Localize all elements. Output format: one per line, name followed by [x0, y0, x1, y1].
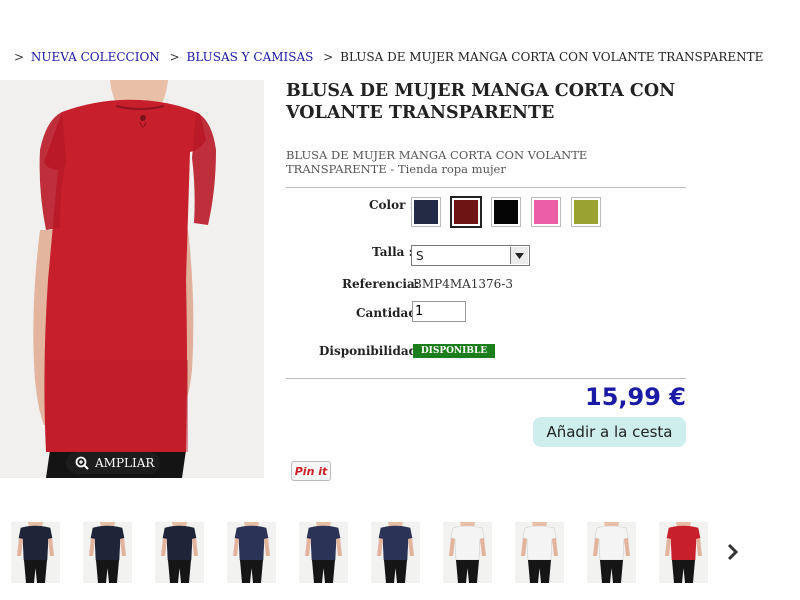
dropdown-arrow-icon[interactable]: [510, 247, 528, 264]
product-main-image[interactable]: [0, 80, 264, 478]
add-to-cart-button[interactable]: Añadir a la cesta: [533, 417, 686, 447]
zoom-in-icon: [75, 456, 89, 470]
thumbnail-image[interactable]: [155, 522, 204, 583]
zoom-button-label: AMPLIAR: [95, 456, 155, 470]
divider: [286, 187, 686, 188]
quantity-input[interactable]: [412, 301, 466, 322]
thumbnail-image[interactable]: [587, 522, 636, 583]
color-swatches: [411, 197, 611, 227]
color-swatch-burgundy[interactable]: [451, 197, 481, 227]
size-label: Talla :: [372, 245, 414, 259]
thumbnail-image[interactable]: [443, 522, 492, 583]
product-subtitle: BLUSA DE MUJER MANGA CORTA CON VOLANTE T…: [286, 148, 588, 176]
product-photo: [0, 80, 264, 478]
color-swatch-black[interactable]: [491, 197, 521, 227]
quantity-label: Cantidad: [356, 306, 417, 320]
color-label: Color :: [369, 198, 415, 212]
chevron-right-icon[interactable]: [726, 543, 740, 565]
breadcrumb-separator: >: [323, 50, 334, 64]
color-swatch-pink[interactable]: [531, 197, 561, 227]
thumbnail-image[interactable]: [659, 522, 708, 583]
size-select-value: S: [416, 248, 424, 263]
breadcrumb-link-blusas-y-camisas[interactable]: BLUSAS Y CAMISAS: [187, 50, 314, 64]
thumbnail-image[interactable]: [83, 522, 132, 583]
availability-label: Disponibilidad:: [319, 344, 422, 358]
breadcrumb-separator: >: [169, 50, 180, 64]
reference-label: Referencia:: [342, 277, 420, 291]
thumbnail-image[interactable]: [227, 522, 276, 583]
thumbnail-strip: [11, 522, 731, 583]
breadcrumb-separator: >: [14, 50, 25, 64]
breadcrumb-link-nueva-coleccion[interactable]: NUEVA COLECCION: [31, 50, 160, 64]
color-swatch-navy[interactable]: [411, 197, 441, 227]
divider: [286, 378, 686, 379]
breadcrumb-current: BLUSA DE MUJER MANGA CORTA CON VOLANTE T…: [340, 50, 764, 64]
pinterest-pin-button[interactable]: Pin it: [291, 461, 331, 481]
breadcrumb: > NUEVA COLECCION > BLUSAS Y CAMISAS > B…: [14, 50, 763, 64]
product-price: 15,99 €: [585, 383, 686, 411]
product-title: BLUSA DE MUJER MANGA CORTA CON VOLANTE T…: [286, 81, 676, 123]
availability-badge: DISPONIBLE: [413, 344, 495, 358]
thumbnail-image[interactable]: [371, 522, 420, 583]
thumbnail-image[interactable]: [11, 522, 60, 583]
thumbnail-image[interactable]: [299, 522, 348, 583]
reference-value: BMP4MA1376-3: [413, 277, 513, 291]
zoom-button[interactable]: AMPLIAR: [66, 452, 160, 474]
thumbnail-image[interactable]: [515, 522, 564, 583]
size-select[interactable]: S: [411, 245, 530, 266]
color-swatch-olive[interactable]: [571, 197, 601, 227]
